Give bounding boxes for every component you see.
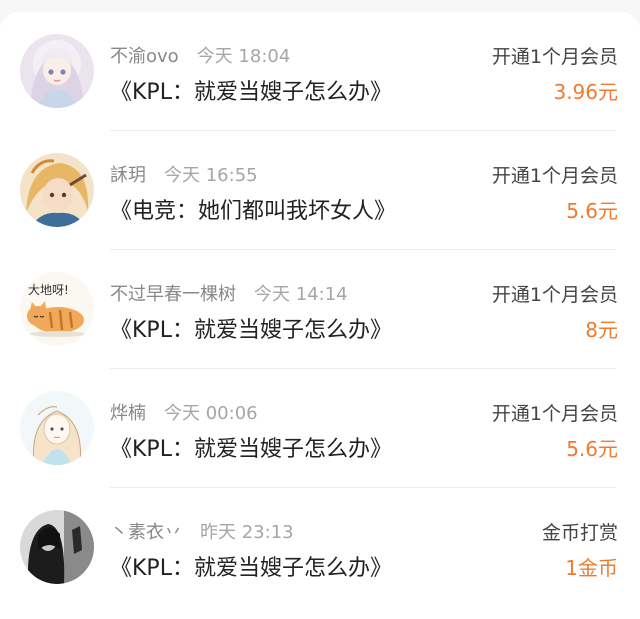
cartoon-cat-avatar-icon[interactable]: 大地呀!	[20, 272, 94, 346]
book-title[interactable]: 《KPL：就爱当嫂子怎么办》	[110, 431, 392, 463]
username[interactable]: 訸玥	[110, 165, 146, 186]
record-meta: 訸玥 今天 16:55	[110, 161, 258, 187]
username[interactable]: 不渝ovo	[110, 46, 179, 67]
action-text: 开通1个月会员	[491, 46, 618, 68]
record-row[interactable]: 烨楠 今天 00:06 《KPL：就爱当嫂子怎么办》 开通1个月会员 5.6元	[0, 369, 640, 488]
action-text: 开通1个月会员	[491, 403, 618, 425]
anime-blonde-character-avatar-icon[interactable]	[20, 153, 94, 227]
book-title[interactable]: 《KPL：就爱当嫂子怎么办》	[110, 312, 392, 344]
amount-text: 3.96元	[553, 80, 618, 104]
timestamp: 今天 00:06	[164, 403, 258, 424]
amount-text: 5.6元	[566, 437, 618, 461]
book-title[interactable]: 《电竞：她们都叫我坏女人》	[110, 193, 396, 225]
amount-text: 1金币	[565, 556, 618, 580]
action-text: 开通1个月会员	[491, 165, 618, 187]
amount-text: 5.6元	[566, 199, 618, 223]
avatar-caption: 大地呀!	[28, 283, 69, 297]
record-meta: 烨楠 今天 00:06	[110, 399, 258, 425]
anime-girl-white-hair-avatar-icon[interactable]	[20, 34, 94, 108]
timestamp: 昨天 23:13	[200, 522, 294, 543]
timestamp: 今天 18:04	[196, 46, 291, 67]
timestamp: 今天 16:55	[164, 165, 258, 186]
record-row[interactable]: 大地呀! 不过早春一棵树 今天 14:14 《KPL：就爱当嫂子怎么办》 开通1个…	[0, 250, 640, 369]
username[interactable]: 丶素衣丷	[110, 522, 182, 543]
book-title[interactable]: 《KPL：就爱当嫂子怎么办》	[110, 74, 392, 106]
username[interactable]: 烨楠	[110, 403, 146, 424]
record-meta: 不渝ovo 今天 18:04	[110, 42, 290, 68]
record-row[interactable]: 不渝ovo 今天 18:04 《KPL：就爱当嫂子怎么办》 开通1个月会员 3.9…	[0, 12, 640, 131]
record-meta: 丶素衣丷 昨天 23:13	[110, 518, 294, 544]
username[interactable]: 不过早春一棵树	[110, 284, 236, 305]
action-text: 开通1个月会员	[491, 284, 618, 306]
sketch-girl-avatar-icon[interactable]	[20, 391, 94, 465]
record-meta: 不过早春一棵树 今天 14:14	[110, 280, 348, 306]
record-row[interactable]: 訸玥 今天 16:55 《电竞：她们都叫我坏女人》 开通1个月会员 5.6元	[0, 131, 640, 250]
dark-photo-girl-avatar-icon[interactable]	[20, 510, 94, 584]
book-title[interactable]: 《KPL：就爱当嫂子怎么办》	[110, 550, 392, 582]
amount-text: 8元	[585, 318, 618, 342]
record-row[interactable]: 丶素衣丷 昨天 23:13 《KPL：就爱当嫂子怎么办》 金币打赏 1金币	[0, 488, 640, 607]
records-card: 不渝ovo 今天 18:04 《KPL：就爱当嫂子怎么办》 开通1个月会员 3.9…	[0, 12, 640, 619]
reward-records-page: 不渝ovo 今天 18:04 《KPL：就爱当嫂子怎么办》 开通1个月会员 3.9…	[0, 0, 640, 619]
timestamp: 今天 14:14	[254, 284, 348, 305]
action-text: 金币打赏	[541, 522, 618, 544]
